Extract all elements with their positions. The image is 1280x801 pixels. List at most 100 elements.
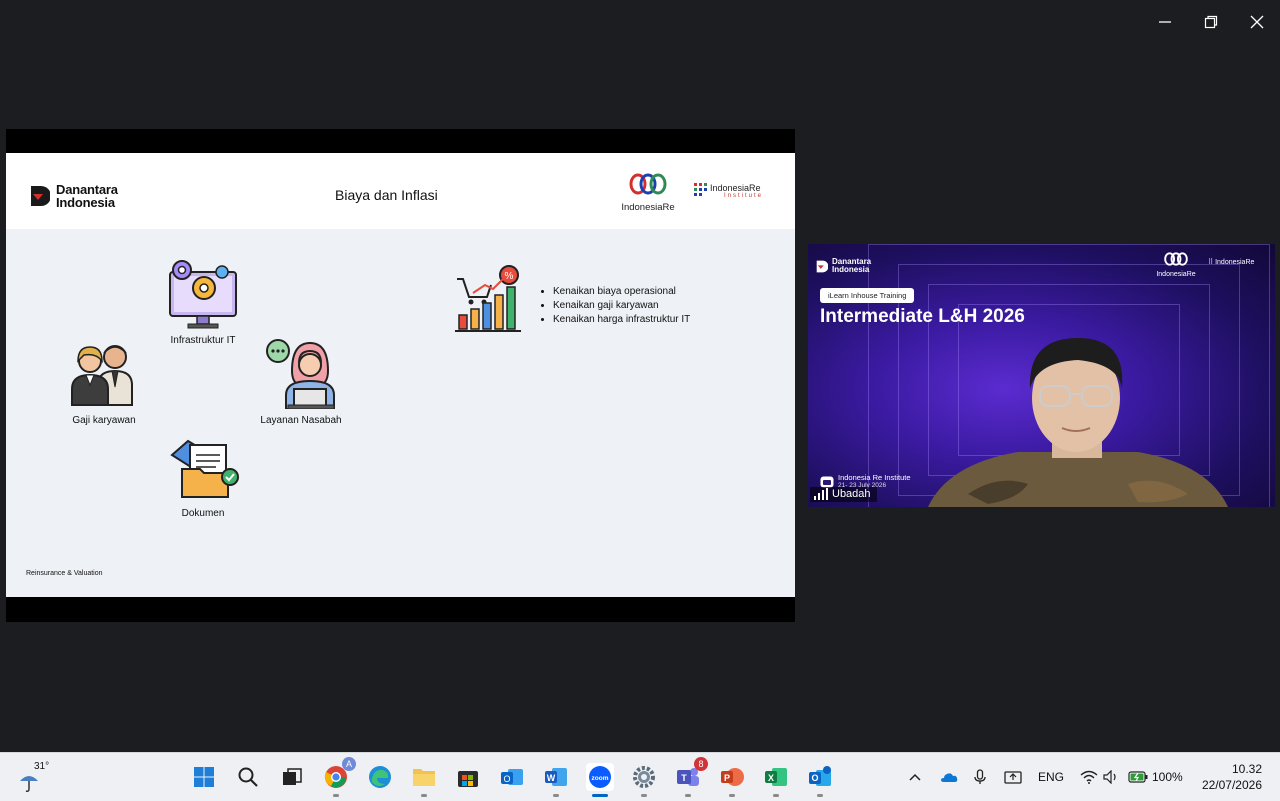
taskbar-chrome[interactable]: A bbox=[322, 757, 356, 797]
taskbar-teams[interactable]: T 8 bbox=[674, 757, 708, 797]
shared-screen: Danantara Indonesia Biaya dan Inflasi Ind… bbox=[6, 129, 795, 622]
excel-icon: X bbox=[765, 768, 787, 786]
svg-text:O: O bbox=[811, 773, 818, 783]
search-button[interactable] bbox=[234, 763, 262, 791]
svg-text:O: O bbox=[503, 774, 510, 784]
signal-bars-icon bbox=[814, 488, 828, 500]
svg-text:W: W bbox=[547, 773, 556, 783]
label-dokumen: Dokumen bbox=[181, 508, 225, 519]
minimize-button[interactable] bbox=[1153, 12, 1177, 32]
employees-icon bbox=[68, 341, 140, 412]
training-title: Intermediate L&H 2026 bbox=[820, 306, 1025, 327]
wifi-tray[interactable] bbox=[1080, 753, 1098, 801]
taskbar-powerpoint[interactable]: P bbox=[718, 763, 746, 797]
battery-percent: 100% bbox=[1152, 770, 1183, 784]
restore-icon bbox=[1204, 15, 1218, 29]
training-pill: iLearn Inhouse Training bbox=[820, 288, 915, 303]
folder-icon bbox=[413, 769, 435, 786]
participant-person-image bbox=[928, 338, 1228, 507]
taskbar: 31° A O W zoom T 8 P X O ENG 100% 10.32 … bbox=[0, 752, 1280, 801]
taskbar-store[interactable] bbox=[454, 763, 482, 791]
close-icon bbox=[1250, 15, 1264, 29]
monitor-gears-icon bbox=[166, 258, 240, 335]
video-danantara-logo: Danantara Indonesia bbox=[816, 258, 871, 274]
video-indonesia-re-logo: IndonesiaRe bbox=[1156, 252, 1196, 278]
word-icon: W bbox=[545, 768, 567, 786]
start-button[interactable] bbox=[190, 763, 218, 791]
display-tray[interactable] bbox=[1004, 753, 1022, 801]
taskbar-outlook-new[interactable]: O bbox=[498, 763, 526, 791]
institute-badge-icon bbox=[820, 476, 834, 487]
store-icon bbox=[458, 771, 478, 787]
danantara-mark-icon bbox=[816, 260, 828, 272]
clock-date: 22/07/2026 bbox=[1201, 778, 1262, 792]
onedrive-tray[interactable] bbox=[940, 753, 958, 801]
bullet-item: Kenaikan gaji karyawan bbox=[553, 299, 690, 313]
battery-charging-icon bbox=[1128, 771, 1148, 783]
tray-overflow-button[interactable] bbox=[908, 753, 922, 801]
taskbar-settings[interactable] bbox=[630, 763, 658, 797]
cloud-icon bbox=[941, 773, 958, 782]
teams-badge: 8 bbox=[694, 757, 708, 771]
participant-name-tag: Ubadah bbox=[810, 487, 877, 502]
customer-service-icon bbox=[264, 337, 338, 414]
weather-widget[interactable]: 31° bbox=[18, 761, 58, 793]
volume-tray[interactable] bbox=[1103, 753, 1119, 801]
close-button[interactable] bbox=[1245, 12, 1269, 32]
participant-name: Ubadah bbox=[832, 488, 871, 500]
task-view-icon bbox=[283, 768, 302, 785]
bullet-item: Kenaikan biaya operasional bbox=[553, 285, 690, 299]
participant-video-tile[interactable]: Danantara Indonesia IndonesiaRe ⠿ Indones… bbox=[808, 244, 1275, 507]
weather-temp: 31° bbox=[34, 761, 50, 772]
microphone-icon bbox=[974, 769, 986, 784]
grid-dots-icon bbox=[694, 183, 707, 196]
minimize-icon bbox=[1159, 21, 1171, 23]
indonesia-re-rings-icon bbox=[1164, 252, 1188, 266]
label-gaji: Gaji karyawan bbox=[72, 415, 136, 426]
inflation-bullets: Kenaikan biaya operasional Kenaikan gaji… bbox=[539, 285, 690, 327]
clock[interactable]: 10.32 22/07/2026 bbox=[1192, 761, 1262, 793]
inflation-chart-icon: % bbox=[451, 265, 525, 340]
svg-text:P: P bbox=[724, 773, 730, 783]
outlook-new-icon: O bbox=[501, 769, 523, 785]
svg-text:%: % bbox=[505, 271, 514, 282]
speaker-icon bbox=[1103, 770, 1116, 784]
taskbar-excel[interactable]: X bbox=[762, 763, 790, 797]
svg-text:T: T bbox=[681, 773, 687, 783]
wifi-icon bbox=[1080, 770, 1098, 784]
video-institute-logo: ⠿ IndonesiaRe bbox=[1208, 259, 1255, 266]
language-indicator[interactable]: ENG bbox=[1038, 753, 1064, 801]
slide-footer: Reinsurance & Valuation bbox=[26, 570, 103, 577]
taskbar-zoom[interactable]: zoom bbox=[586, 763, 614, 797]
indonesia-re-rings-icon bbox=[629, 173, 667, 195]
danantara-logo: Danantara Indonesia bbox=[30, 183, 118, 209]
taskbar-word[interactable]: W bbox=[542, 763, 570, 797]
taskbar-edge[interactable] bbox=[366, 763, 394, 791]
profile-badge: A bbox=[342, 757, 356, 771]
restore-button[interactable] bbox=[1199, 12, 1223, 32]
screen-share-icon bbox=[1004, 771, 1022, 784]
powerpoint-icon: P bbox=[721, 768, 744, 786]
documents-folder-icon bbox=[168, 435, 242, 506]
outlook-icon: O bbox=[809, 766, 831, 786]
task-view-button[interactable] bbox=[278, 763, 306, 791]
windows-logo-icon bbox=[194, 767, 214, 787]
microphone-tray[interactable] bbox=[974, 753, 986, 801]
search-icon bbox=[238, 767, 258, 787]
label-layanan: Layanan Nasabah bbox=[260, 415, 342, 426]
edge-icon bbox=[369, 766, 391, 788]
svg-text:X: X bbox=[768, 773, 774, 783]
taskbar-file-explorer[interactable] bbox=[410, 763, 438, 797]
grid-dots-icon: ⠿ bbox=[1208, 259, 1214, 266]
bullet-item: Kenaikan harga infrastruktur IT bbox=[553, 313, 690, 327]
zoom-icon: zoom bbox=[589, 766, 611, 788]
indonesia-re-logo: IndonesiaRe bbox=[616, 173, 680, 213]
battery-tray[interactable]: 100% bbox=[1128, 753, 1183, 801]
danantara-mark-icon bbox=[31, 186, 50, 206]
gear-icon bbox=[633, 766, 655, 788]
svg-text:zoom: zoom bbox=[592, 775, 609, 782]
umbrella-icon bbox=[20, 776, 38, 792]
label-infrastruktur: Infrastruktur IT bbox=[170, 335, 236, 346]
slide-title: Biaya dan Inflasi bbox=[335, 187, 438, 203]
taskbar-outlook[interactable]: O bbox=[806, 763, 834, 797]
